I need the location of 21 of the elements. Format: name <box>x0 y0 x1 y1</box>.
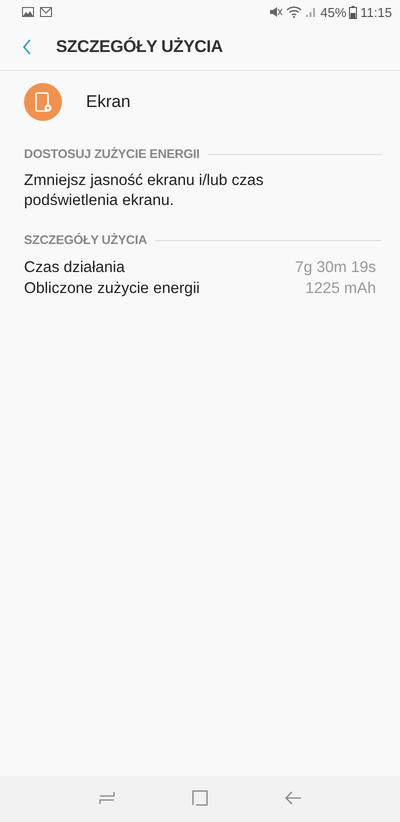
recents-icon <box>98 790 115 804</box>
row-value: 1225 mAh <box>305 280 376 298</box>
row-value: 7g 30m 19s <box>295 259 376 277</box>
wifi-icon <box>286 6 302 18</box>
clock: 11:15 <box>360 4 392 20</box>
page-title: SZCZEGÓŁY UŻYCIA <box>56 37 223 57</box>
row-label: Obliczone zużycie energii <box>24 280 200 298</box>
screen-settings-icon <box>24 83 62 121</box>
arrow-left-icon <box>285 790 302 804</box>
section-header: SZCZEGÓŁY UŻYCIA <box>24 233 147 247</box>
signal-icon <box>305 6 318 18</box>
row-label: Czas działania <box>24 259 125 277</box>
battery-percent: 45% <box>320 4 346 20</box>
mute-icon <box>269 6 284 18</box>
gallery-icon <box>22 7 34 17</box>
mail-icon <box>40 7 52 17</box>
section-header: DOSTOSUJ ZUŻYCIE ENERGII <box>24 147 200 161</box>
battery-icon <box>349 6 358 18</box>
chevron-left-icon <box>22 39 32 55</box>
app-name: Ekran <box>86 92 130 112</box>
description-text: Zmniejsz jasność ekranu i/lub czas podświetlenia ekranu. <box>24 171 264 211</box>
